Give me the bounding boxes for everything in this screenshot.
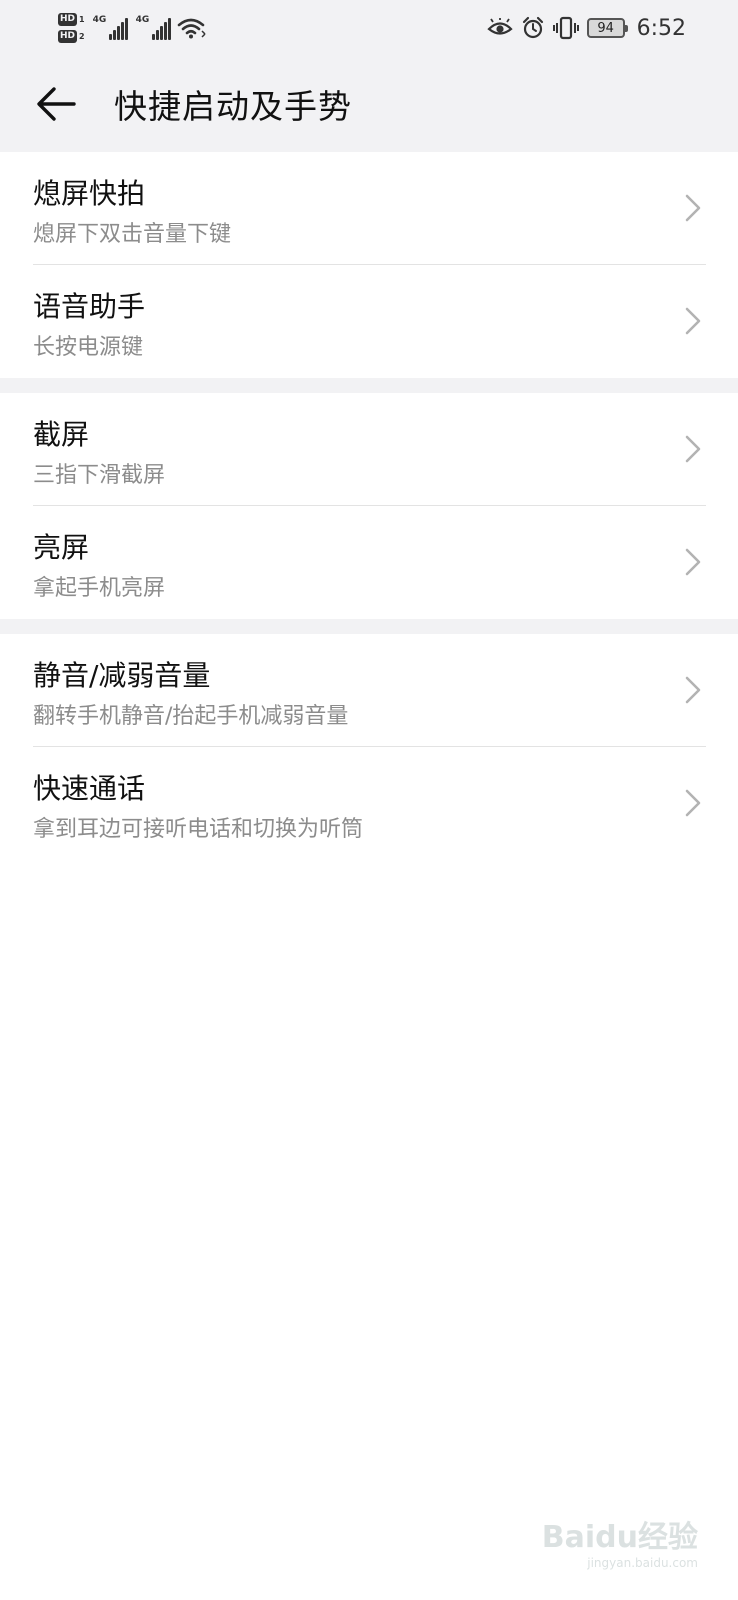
- signal-sim1-icon: 4G: [92, 15, 128, 40]
- item-title: 静音/减弱音量: [33, 659, 211, 692]
- signal-bar: [120, 22, 124, 40]
- settings-item-voice-assistant[interactable]: 语音助手 长按电源键: [0, 265, 738, 378]
- page-title: 快捷启动及手势: [114, 87, 352, 126]
- signal-bar: [163, 22, 167, 40]
- signal-bar: [151, 34, 155, 40]
- item-title: 截屏: [33, 418, 90, 451]
- hd-sim2: HD 2: [58, 30, 85, 43]
- wifi-icon: [177, 18, 206, 39]
- network-type-label: 4G: [135, 15, 150, 25]
- battery-level: 94: [597, 20, 614, 36]
- empty-content-area: Baidu经验 jingyan.baidu.com: [0, 860, 738, 1600]
- signal-sim2-icon: 4G: [135, 15, 171, 40]
- signal-bar: [116, 26, 120, 40]
- signal-bar: [112, 30, 116, 40]
- settings-group-2: 截屏 三指下滑截屏 亮屏 拿起手机亮屏: [0, 393, 738, 619]
- settings-item-screenshot[interactable]: 截屏 三指下滑截屏: [0, 393, 738, 506]
- status-bar-right: 94 6:52: [486, 8, 686, 48]
- item-subtitle: 拿到耳边可接听电话和切换为听筒: [33, 817, 364, 842]
- signal-bar: [155, 30, 159, 40]
- signal-bar: [167, 18, 171, 40]
- chevron-right-icon: [685, 676, 701, 704]
- item-title: 语音助手: [33, 290, 146, 323]
- item-title: 亮屏: [33, 531, 90, 564]
- signal-bar: [108, 34, 112, 40]
- item-title: 熄屏快拍: [33, 177, 146, 210]
- back-arrow-icon: [37, 87, 76, 121]
- settings-item-wake-screen[interactable]: 亮屏 拿起手机亮屏: [0, 506, 738, 619]
- alarm-icon: [522, 16, 543, 39]
- settings-group-1: 熄屏快拍 熄屏下双击音量下键 语音助手 长按电源键: [0, 152, 738, 378]
- settings-group-3: 静音/减弱音量 翻转手机静音/抬起手机减弱音量 快速通话 拿到耳边可接听电话和切…: [0, 634, 738, 860]
- chevron-right-icon: [685, 548, 701, 576]
- chevron-right-icon: [685, 307, 701, 335]
- hd-icon: HD: [58, 13, 78, 26]
- hd-voice-indicators: HD 1 HD 2: [58, 13, 85, 43]
- signal-bar: [159, 26, 163, 40]
- watermark-logo: Baidu经验: [541, 1520, 698, 1555]
- item-subtitle: 长按电源键: [33, 335, 144, 360]
- watermark-url: jingyan.baidu.com: [587, 1556, 698, 1570]
- chevron-right-icon: [685, 194, 701, 222]
- network-type-label: 4G: [92, 15, 107, 25]
- item-subtitle: 翻转手机静音/抬起手机减弱音量: [33, 704, 349, 729]
- app-bar: 快捷启动及手势: [0, 56, 738, 152]
- item-subtitle: 熄屏下双击音量下键: [33, 222, 232, 247]
- signal-bar: [124, 18, 128, 40]
- battery-icon: 94: [586, 18, 628, 38]
- clock: 6:52: [636, 15, 686, 41]
- chevron-right-icon: [685, 435, 701, 463]
- hd-sim1: HD 1: [58, 13, 85, 26]
- chevron-right-icon: [685, 789, 701, 817]
- settings-item-screen-off-snapshot[interactable]: 熄屏快拍 熄屏下双击音量下键: [0, 152, 738, 265]
- eye-comfort-icon: [486, 18, 513, 35]
- item-subtitle: 三指下滑截屏: [33, 463, 166, 488]
- status-bar-left: HD 1 HD 2 4G 4G: [58, 8, 207, 48]
- vibrate-icon: [552, 16, 579, 40]
- sim2-number: 2: [79, 31, 85, 41]
- item-title: 快速通话: [33, 772, 146, 805]
- status-bar: HD 1 HD 2 4G 4G 94 6:52: [0, 0, 738, 56]
- back-button[interactable]: [30, 78, 82, 130]
- settings-item-mute-reduce-volume[interactable]: 静音/减弱音量 翻转手机静音/抬起手机减弱音量: [0, 634, 738, 747]
- watermark: Baidu经验 jingyan.baidu.com: [542, 1512, 698, 1570]
- item-subtitle: 拿起手机亮屏: [33, 576, 166, 601]
- sim1-number: 1: [79, 14, 85, 24]
- hd-icon: HD: [58, 30, 78, 43]
- settings-item-quick-call[interactable]: 快速通话 拿到耳边可接听电话和切换为听筒: [0, 747, 738, 860]
